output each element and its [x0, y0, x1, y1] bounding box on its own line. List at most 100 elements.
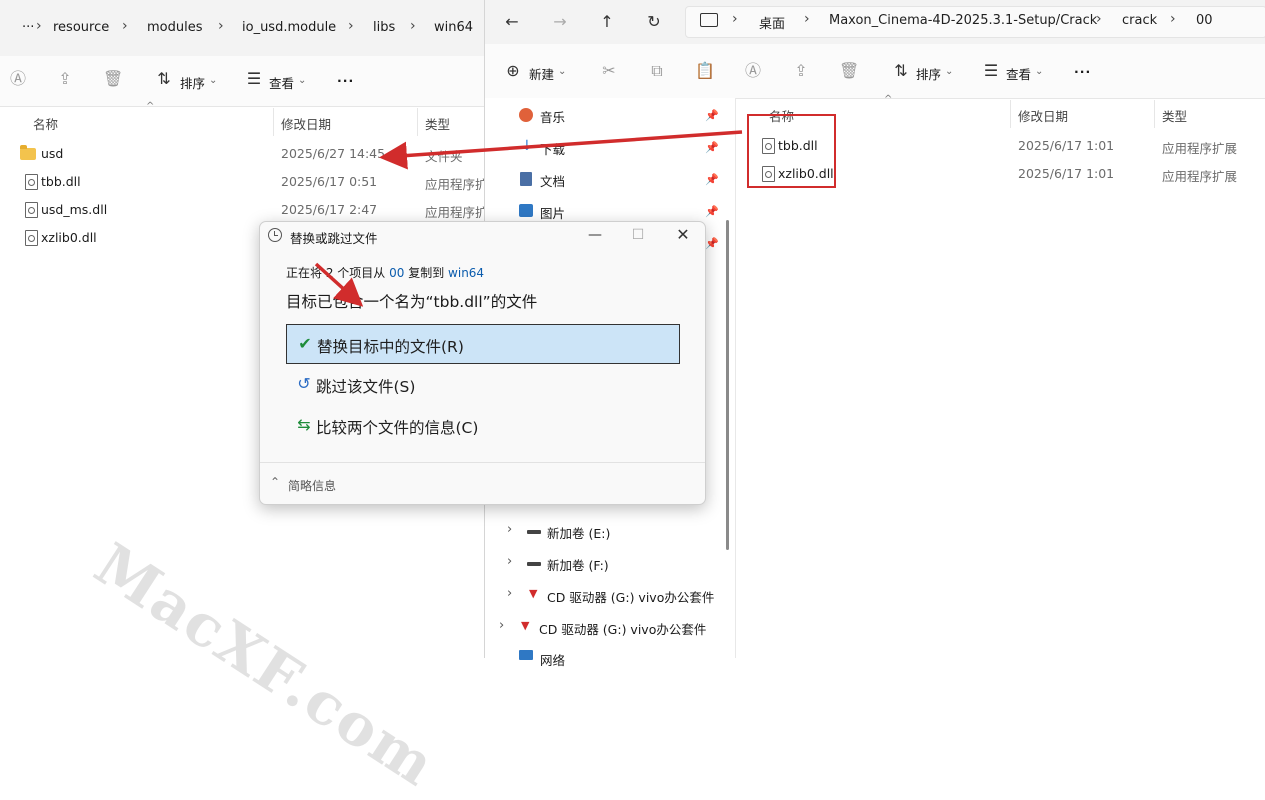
more-options-button[interactable]: ···	[1074, 64, 1091, 79]
breadcrumb-crack[interactable]: crack	[1122, 13, 1157, 28]
nav-item-drive-e[interactable]: 新加卷 (E:)	[547, 523, 610, 542]
fewer-details-button[interactable]: 简略信息	[288, 477, 336, 494]
breadcrumb-modules[interactable]: modules	[147, 20, 203, 35]
nav-item-network[interactable]: 网络	[540, 650, 565, 669]
breadcrumb-libs[interactable]: libs	[373, 20, 395, 35]
view-icon: ☰	[983, 61, 999, 80]
sort-up-icon: ^	[146, 101, 155, 112]
breadcrumb-io-usd-module[interactable]: io_usd.module	[242, 20, 336, 35]
compare-icon: ⇆	[297, 415, 311, 434]
dialog-title: 替换或跳过文件	[290, 231, 378, 246]
breadcrumb-win64[interactable]: win64	[434, 20, 473, 35]
drive-icon	[527, 562, 541, 566]
column-type-header[interactable]: 类型	[1162, 106, 1187, 125]
back-arrow-icon[interactable]: ←	[501, 11, 523, 31]
file-type: 应用程序扩展	[425, 205, 484, 220]
nav-item-documents[interactable]: 文档	[540, 171, 565, 190]
column-date-header[interactable]: 修改日期	[1018, 106, 1068, 125]
nav-item-cd-drive-2[interactable]: CD 驱动器 (G:) vivo办公套件	[539, 619, 706, 638]
view-button[interactable]: 查看	[1006, 64, 1031, 83]
breadcrumb-overflow[interactable]: ···	[22, 20, 34, 35]
expand-chevron-icon[interactable]: ›	[507, 586, 512, 601]
sort-button[interactable]: 排序	[180, 73, 205, 92]
expand-chevron-icon[interactable]: ›	[507, 554, 512, 569]
up-arrow-icon[interactable]: ↑	[596, 11, 618, 31]
view-button[interactable]: 查看	[269, 73, 294, 92]
replace-label: 替换目标中的文件(R)	[317, 338, 464, 356]
dll-file-icon	[25, 230, 38, 246]
file-name: usd_ms.dll	[41, 202, 108, 217]
highlight-box	[747, 114, 836, 188]
nav-scrollbar[interactable]	[726, 220, 729, 550]
pin-icon[interactable]: 📌	[705, 109, 719, 122]
chevron-right-icon: ›	[1096, 11, 1102, 27]
file-name: usd	[41, 146, 64, 161]
compare-label: 比较两个文件的信息(C)	[316, 419, 479, 437]
documents-icon	[520, 172, 532, 186]
sort-button[interactable]: 排序	[916, 64, 941, 83]
folder-icon	[20, 145, 36, 160]
nav-item-music[interactable]: 音乐	[540, 107, 565, 126]
breadcrumb-desktop[interactable]: 桌面	[759, 13, 785, 32]
compare-option[interactable]: ⇆ 比较两个文件的信息(C)	[286, 406, 680, 446]
left-address-bar[interactable]: ··· › resource › modules › io_usd.module…	[0, 0, 484, 56]
delete-icon[interactable]: 🗑	[839, 61, 859, 81]
close-button[interactable]: ✕	[670, 225, 696, 245]
nav-item-drive-f[interactable]: 新加卷 (F:)	[547, 555, 609, 574]
chevron-down-icon: ⌄	[298, 75, 307, 86]
breadcrumb-resource[interactable]: resource	[53, 20, 109, 35]
replace-option[interactable]: ✔ 替换目标中的文件(R)	[286, 324, 680, 364]
file-type: 应用程序扩展	[1162, 141, 1238, 156]
sort-icon: ⇅	[894, 61, 908, 80]
breadcrumb-setup-crack[interactable]: Maxon_Cinema-4D-2025.3.1-Setup/Crack	[829, 13, 1097, 28]
share-icon[interactable]: ⇪	[55, 69, 75, 89]
file-date: 2025/6/17 1:01	[1018, 138, 1115, 153]
paste-icon[interactable]: 📋	[695, 61, 715, 81]
nav-item-downloads[interactable]: 下载	[540, 139, 565, 158]
skip-option[interactable]: ↺ 跳过该文件(S)	[286, 365, 680, 405]
pin-icon[interactable]: 📌	[705, 173, 719, 186]
pin-icon[interactable]: 📌	[705, 141, 719, 154]
nav-item-cd-drive[interactable]: CD 驱动器 (G:) vivo办公套件	[547, 587, 714, 606]
pin-icon[interactable]: 📌	[705, 205, 719, 218]
column-divider	[417, 108, 418, 136]
right-navigation-bar: ← → ↑ ↻ › 桌面 › Maxon_Cinema-4D-2025.3.1-…	[485, 0, 1265, 44]
column-divider	[273, 108, 274, 136]
more-options-button[interactable]: ···	[337, 73, 354, 88]
refresh-icon[interactable]: ↻	[643, 11, 665, 31]
new-button[interactable]: 新建	[529, 64, 554, 83]
cut-icon[interactable]: ✂	[599, 61, 619, 81]
minimize-button[interactable]: —	[582, 225, 608, 245]
maximize-button[interactable]: ☐	[625, 225, 651, 245]
rename-icon[interactable]: Ⓐ	[743, 61, 763, 81]
dest-folder-link[interactable]: win64	[448, 266, 484, 280]
delete-icon[interactable]: 🗑	[103, 69, 123, 89]
column-name-header[interactable]: 名称	[33, 114, 58, 133]
conflict-message: 目标已包含一个名为“tbb.dll”的文件	[286, 293, 538, 311]
network-icon	[519, 650, 533, 660]
right-address-bar[interactable]: › 桌面 › Maxon_Cinema-4D-2025.3.1-Setup/Cr…	[685, 6, 1265, 38]
chevron-right-icon: ›	[348, 18, 354, 34]
file-date: 2025/6/27 14:45	[281, 146, 386, 161]
pin-icon[interactable]: 📌	[705, 237, 719, 250]
chevron-right-icon: ›	[732, 11, 738, 27]
column-date-header[interactable]: 修改日期	[281, 114, 331, 133]
source-folder-link[interactable]: 00	[389, 266, 404, 280]
share-icon[interactable]: ⇪	[791, 61, 811, 81]
nav-item-pictures[interactable]: 图片	[540, 203, 565, 222]
chevron-up-icon: ⌃	[270, 475, 281, 489]
breadcrumb-00[interactable]: 00	[1196, 13, 1213, 28]
pictures-icon	[519, 204, 533, 217]
forward-arrow-icon[interactable]: →	[549, 11, 571, 31]
chevron-down-icon: ⌄	[558, 66, 567, 77]
dialog-divider	[260, 462, 705, 463]
clock-icon	[268, 228, 282, 242]
expand-chevron-icon[interactable]: ›	[499, 618, 504, 633]
chevron-right-icon: ›	[1170, 11, 1176, 27]
chevron-down-icon: ⌄	[1035, 66, 1044, 77]
column-type-header[interactable]: 类型	[425, 114, 450, 133]
chevron-right-icon: ›	[36, 18, 42, 34]
rename-icon[interactable]: Ⓐ	[8, 69, 28, 89]
expand-chevron-icon[interactable]: ›	[507, 522, 512, 537]
copy-icon[interactable]: ⧉	[647, 61, 667, 81]
